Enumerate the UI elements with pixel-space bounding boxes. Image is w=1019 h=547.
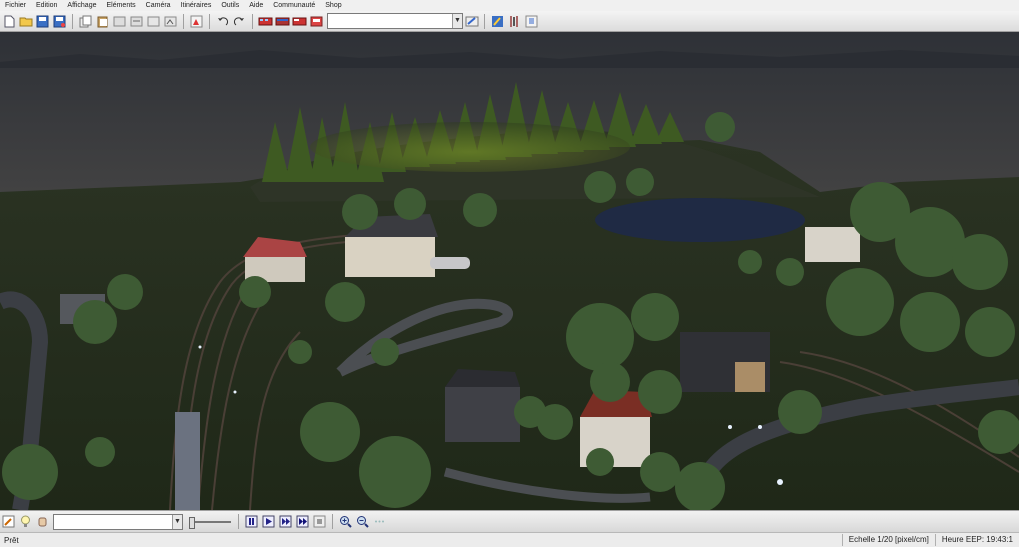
speed-slider[interactable]	[189, 515, 234, 529]
object-combo[interactable]: ▼	[327, 13, 463, 29]
zoom-out-icon[interactable]	[355, 514, 370, 529]
menu-elements[interactable]: Eléments	[101, 0, 140, 11]
insert-icon[interactable]	[146, 14, 161, 29]
status-time: Heure EEP: 19:43:1	[934, 534, 1019, 546]
train-red-icon[interactable]	[258, 14, 273, 29]
layer-combo[interactable]: ▼	[53, 513, 183, 530]
scene-render	[0, 32, 1019, 510]
pencil-icon[interactable]	[1, 514, 16, 529]
toolbar-separator	[209, 13, 210, 29]
new-file-icon[interactable]	[1, 14, 16, 29]
track-signal-icon[interactable]	[309, 14, 324, 29]
menu-edition[interactable]: Edition	[31, 0, 62, 11]
toolbar-separator	[238, 514, 239, 529]
properties-icon[interactable]	[163, 14, 178, 29]
menu-shop[interactable]: Shop	[320, 0, 346, 11]
select-icon[interactable]	[129, 14, 144, 29]
bulb-icon[interactable]	[18, 514, 33, 529]
status-ready: Prêt	[4, 535, 19, 545]
render-icon[interactable]	[189, 14, 204, 29]
undo-icon[interactable]	[215, 14, 230, 29]
toolbar-separator	[72, 13, 73, 29]
paste-icon[interactable]	[95, 14, 110, 29]
brush-icon[interactable]	[490, 14, 505, 29]
fast-forward-icon[interactable]	[278, 514, 293, 529]
menu-communaute[interactable]: Communauté	[268, 0, 320, 11]
status-bar: Prêt Echelle 1/20 [pixel/cm] Heure EEP: …	[0, 532, 1019, 547]
chevron-down-icon[interactable]: ▼	[452, 14, 462, 28]
pause-icon[interactable]	[244, 514, 259, 529]
copy-icon[interactable]	[78, 14, 93, 29]
menu-aide[interactable]: Aide	[244, 0, 268, 11]
train-blue-icon[interactable]	[275, 14, 290, 29]
dots-icon[interactable]	[372, 514, 387, 529]
tools-icon[interactable]	[507, 14, 522, 29]
redo-icon[interactable]	[232, 14, 247, 29]
slider-thumb[interactable]	[189, 516, 195, 529]
menu-camera[interactable]: Caméra	[141, 0, 176, 11]
toolbar-separator	[484, 13, 485, 29]
save-icon[interactable]	[35, 14, 50, 29]
menu-itineraires[interactable]: Itinéraires	[176, 0, 217, 11]
zoom-in-icon[interactable]	[338, 514, 353, 529]
fast-forward-2x-icon[interactable]	[295, 514, 310, 529]
cut-icon[interactable]	[112, 14, 127, 29]
stop-icon[interactable]	[312, 514, 327, 529]
toolbar-separator	[252, 13, 253, 29]
save-as-icon[interactable]	[52, 14, 67, 29]
train-mixed-icon[interactable]	[292, 14, 307, 29]
play-icon[interactable]	[261, 514, 276, 529]
menu-affichage[interactable]: Affichage	[62, 0, 101, 11]
menu-fichier[interactable]: Fichier	[0, 0, 31, 11]
bottom-toolbar: ▼	[0, 510, 1019, 532]
open-folder-icon[interactable]	[18, 14, 33, 29]
chevron-down-icon[interactable]: ▼	[172, 514, 182, 529]
hand-icon[interactable]	[35, 514, 50, 529]
lake	[595, 198, 805, 242]
edit-object-icon[interactable]	[464, 14, 479, 29]
main-toolbar: ▼	[0, 11, 1019, 32]
menu-outils[interactable]: Outils	[216, 0, 244, 11]
toolbar-separator	[183, 13, 184, 29]
info-icon[interactable]	[524, 14, 539, 29]
status-scale: Echelle 1/20 [pixel/cm]	[841, 534, 935, 546]
3d-viewport[interactable]	[0, 32, 1019, 510]
slider-track	[191, 520, 231, 523]
toolbar-separator	[332, 514, 333, 529]
